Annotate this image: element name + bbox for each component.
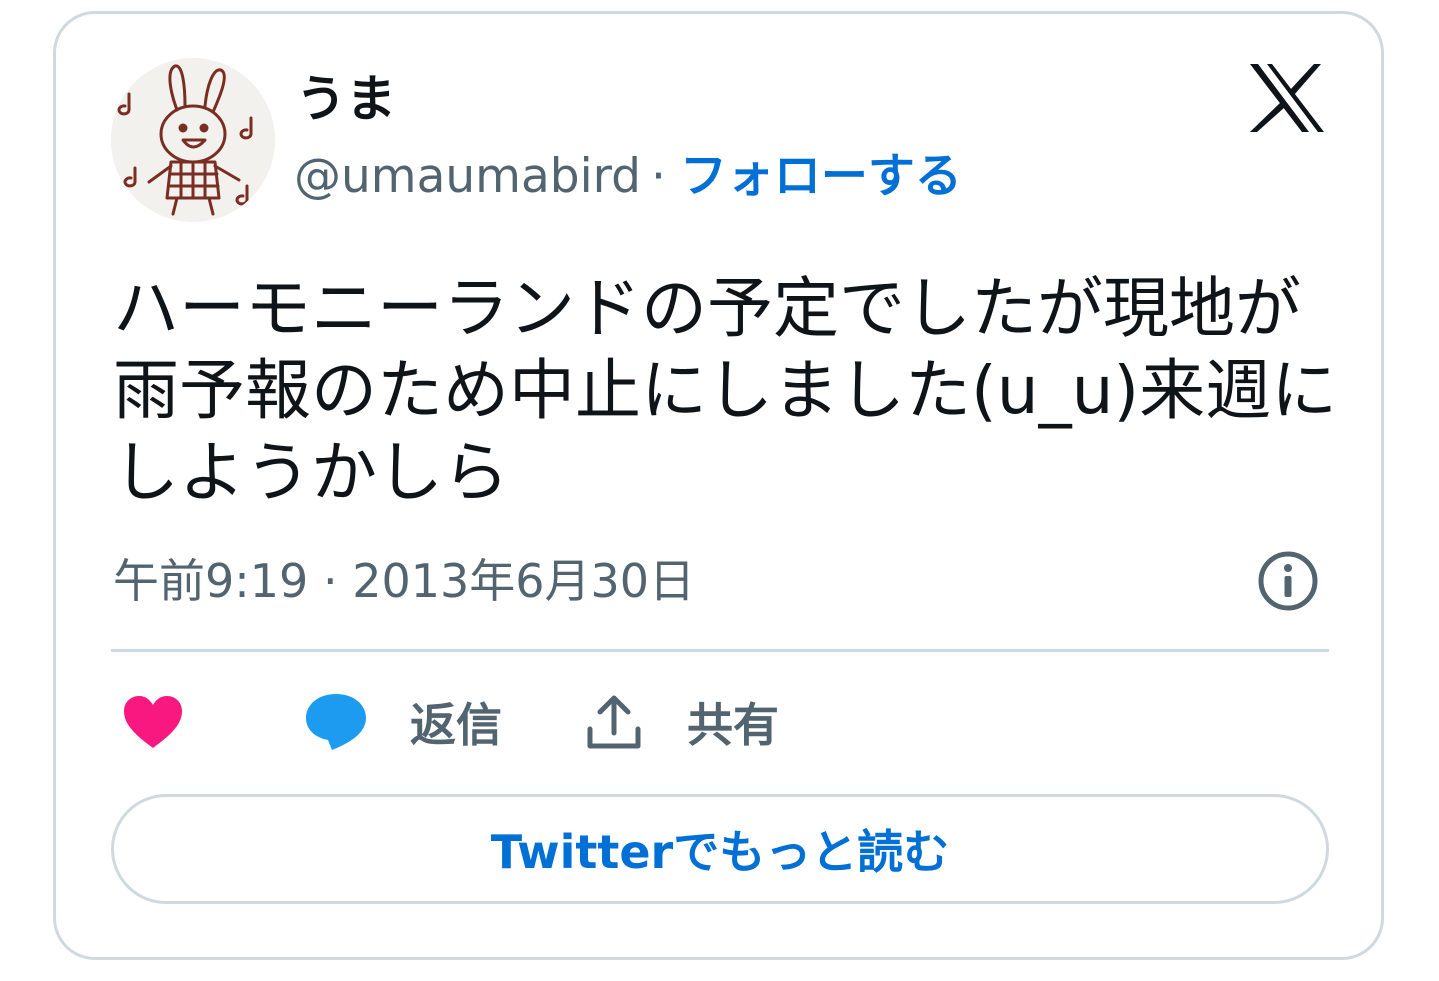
avatar[interactable]: [111, 58, 275, 222]
read-more-button[interactable]: Twitterでもっと読む: [111, 794, 1329, 904]
tweet-date[interactable]: 2013年6月30日: [352, 554, 695, 608]
speech-bubble-icon: [306, 694, 366, 750]
heart-icon: [124, 696, 182, 748]
tweet-time[interactable]: 午前9:19: [113, 554, 308, 608]
share-upload-icon: [587, 695, 641, 749]
handle-row: @umaumabird · フォローする: [294, 146, 962, 208]
tweet-text: ハーモニーランドの予定でしたが現地が雨予報のため中止にしました(u_u)来週にし…: [113, 270, 1338, 511]
separator-dot: ·: [650, 149, 666, 204]
tweet-meta: 午前9:19 · 2013年6月30日: [113, 550, 695, 612]
info-icon[interactable]: [1256, 549, 1320, 613]
bunny-drawing-avatar-icon: [111, 58, 275, 222]
reply-label: 返信: [410, 698, 502, 752]
reply-button[interactable]: 返信: [304, 690, 502, 754]
share-label: 共有: [687, 698, 779, 752]
display-name[interactable]: うま: [296, 68, 396, 130]
like-button[interactable]: [122, 690, 184, 754]
handle[interactable]: @umaumabird: [294, 149, 641, 204]
x-logo-icon[interactable]: [1248, 62, 1326, 134]
divider: [111, 649, 1329, 652]
follow-link[interactable]: フォローする: [680, 149, 962, 204]
share-button[interactable]: 共有: [585, 690, 779, 754]
meta-separator: ·: [322, 554, 338, 608]
